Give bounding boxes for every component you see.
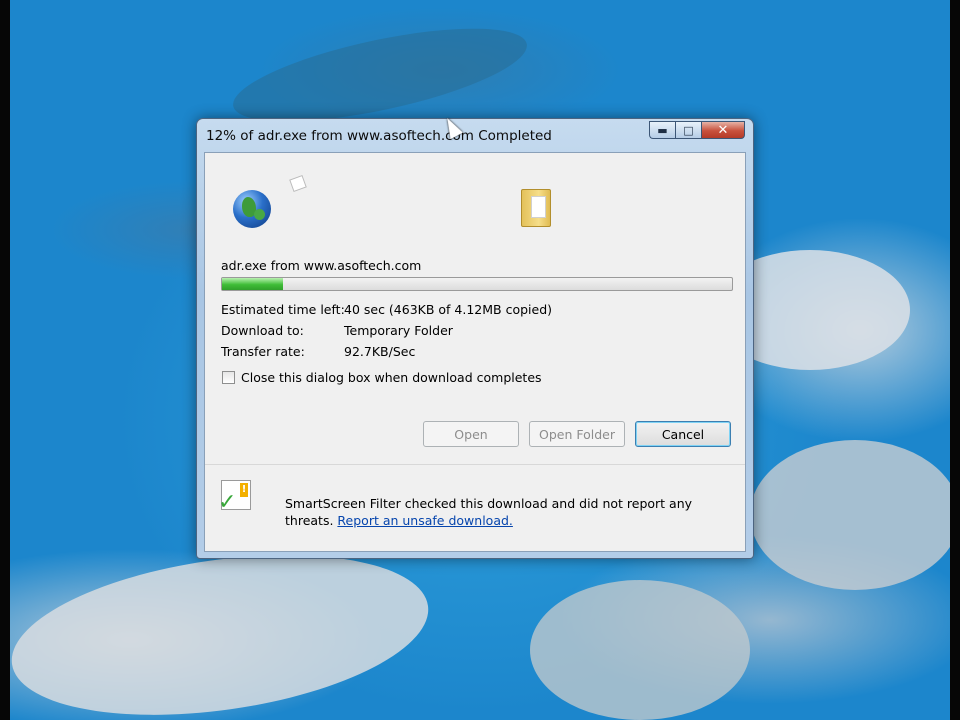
file-source-label: adr.exe from www.asoftech.com (221, 258, 422, 273)
window-title: 12% of adr.exe from www.asoftech.com Com… (206, 128, 552, 144)
wallpaper-fish (530, 580, 750, 720)
maximize-button[interactable]: □ (675, 121, 701, 139)
flying-paper-icon (289, 174, 307, 193)
close-when-complete-checkbox[interactable] (222, 371, 235, 384)
estimated-time-label: Estimated time left: (221, 302, 345, 317)
estimated-time-value: 40 sec (463KB of 4.12MB copied) (344, 302, 553, 317)
transfer-rate-value: 92.7KB/Sec (344, 344, 416, 359)
close-when-complete-label[interactable]: Close this dialog box when download comp… (241, 370, 542, 385)
close-button[interactable]: ✕ (701, 121, 745, 139)
open-folder-button[interactable]: Open Folder (529, 421, 625, 447)
open-button[interactable]: Open (423, 421, 519, 447)
folder-icon (521, 189, 551, 227)
check-mark-icon: ✓ (218, 490, 237, 515)
smartscreen-shield-icon: ! ✓ (218, 480, 251, 515)
window-controls: ▬ □ ✕ (649, 121, 745, 139)
wallpaper-fish (10, 531, 439, 720)
download-to-value: Temporary Folder (344, 323, 453, 338)
report-unsafe-download-link[interactable]: Report an unsafe download. (337, 513, 512, 528)
download-dialog: 12% of adr.exe from www.asoftech.com Com… (196, 118, 754, 559)
wallpaper-fish (750, 440, 950, 590)
minimize-button[interactable]: ▬ (649, 121, 675, 139)
title-bar[interactable]: 12% of adr.exe from www.asoftech.com Com… (197, 119, 753, 151)
transfer-rate-label: Transfer rate: (221, 344, 305, 359)
download-progress-bar (221, 277, 733, 291)
progress-fill (222, 278, 284, 290)
smartscreen-message: SmartScreen Filter checked this download… (285, 495, 725, 529)
screen-border-right (950, 0, 960, 720)
footer-divider (205, 464, 745, 465)
globe-icon (233, 190, 271, 228)
warning-mark-icon: ! (240, 483, 248, 497)
screen-border-left (0, 0, 10, 720)
dialog-client-area: adr.exe from www.asoftech.com Estimated … (204, 152, 746, 552)
cancel-button[interactable]: Cancel (635, 421, 731, 447)
download-to-label: Download to: (221, 323, 304, 338)
